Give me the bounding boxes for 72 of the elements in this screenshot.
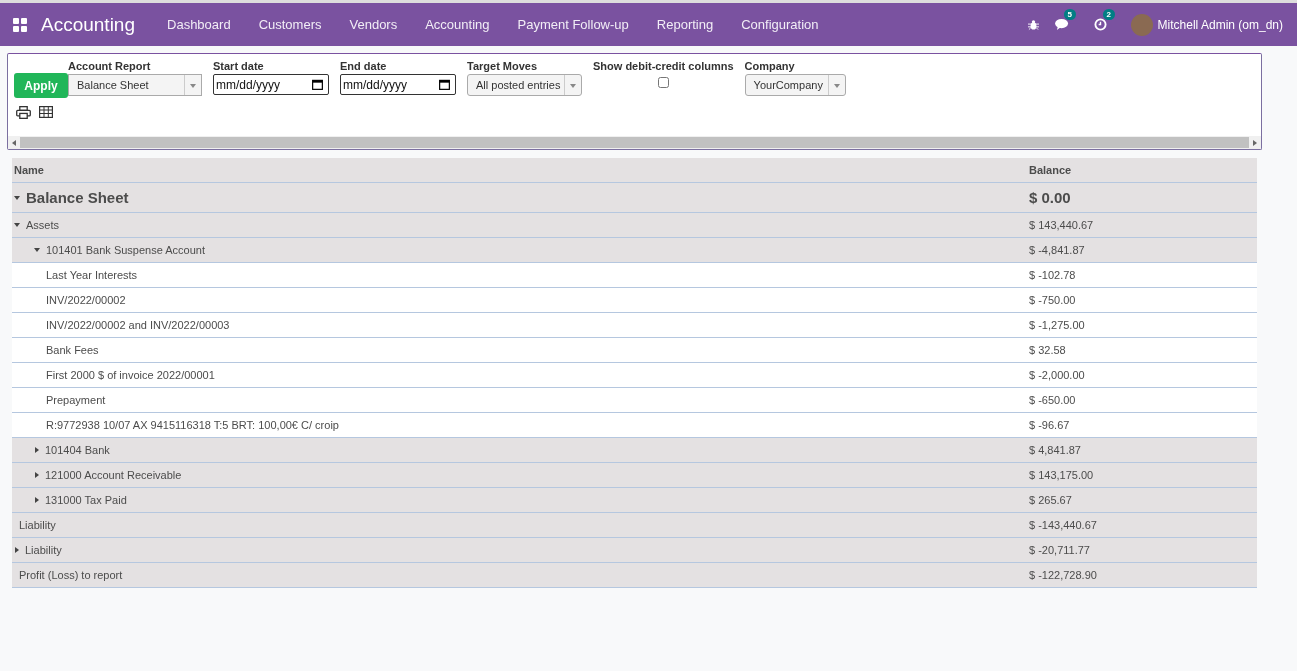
user-name[interactable]: Mitchell Admin (om_dn): [1157, 17, 1283, 32]
account-name: Profit (Loss) to report: [19, 569, 123, 581]
balance-value: $ -1,275.00: [1028, 319, 1086, 331]
account-name[interactable]: 101401 Bank Suspense Account: [46, 244, 205, 256]
account-name: Liability: [19, 519, 56, 531]
balance-value: $ 0.00: [1028, 189, 1072, 206]
menu-item[interactable]: Payment Follow-up: [503, 17, 643, 32]
calendar-icon[interactable]: [439, 79, 450, 90]
balance-value: $ -4,841.87: [1028, 244, 1086, 256]
debit-credit-checkbox[interactable]: [657, 77, 669, 88]
balance-value: $ -122,728.90: [1028, 569, 1098, 581]
account-name[interactable]: 121000 Account Receivable: [45, 469, 182, 481]
balance-value: $ 32.58: [1028, 344, 1067, 356]
caret-icon[interactable]: [35, 497, 39, 503]
account-name: R:9772938 10/07 AX 9415116318 T:5 BRT: 100,00€ C/ croip: [46, 419, 339, 431]
account-name: First 2000 $ of invoice 2022/00001: [46, 369, 215, 381]
field-label: Show debit-credit columns: [593, 60, 734, 72]
target-moves-select[interactable]: All posted entries: [467, 74, 582, 96]
account-name[interactable]: Liability: [25, 544, 62, 556]
caret-icon[interactable]: [35, 447, 39, 453]
balance-value: $ -20,711.77: [1028, 544, 1091, 556]
end-date-field[interactable]: mm/dd/yyyy: [340, 74, 456, 95]
caret-icon[interactable]: [14, 223, 20, 227]
chat-icon[interactable]: [1054, 18, 1070, 31]
menu-item[interactable]: Configuration: [727, 17, 833, 32]
balance-value: $ -650.00: [1028, 394, 1077, 406]
balance-value: $ -102.78: [1028, 269, 1077, 281]
field-label: Account Report: [68, 60, 152, 72]
apps-menu-icon[interactable]: [13, 17, 27, 32]
menu-item[interactable]: Customers: [244, 17, 336, 32]
account-name: INV/2022/00002: [46, 294, 126, 306]
account-name[interactable]: 101404 Bank: [45, 444, 110, 456]
account-report-select[interactable]: Balance Sheet: [68, 74, 202, 96]
start-date-field[interactable]: mm/dd/yyyy: [213, 74, 329, 95]
balance-value: $ -750.00: [1028, 294, 1077, 306]
caret-icon[interactable]: [14, 195, 20, 200]
bug-icon[interactable]: [1027, 18, 1039, 31]
menu-item[interactable]: Reporting: [642, 17, 728, 32]
message-count-badge: 5: [1063, 9, 1077, 20]
balance-value: $ 143,440.67: [1028, 219, 1095, 231]
caret-icon[interactable]: [15, 547, 19, 553]
balance-value: $ -96.67: [1028, 419, 1071, 431]
print-icon[interactable]: [16, 106, 31, 119]
account-name: Bank Fees: [46, 344, 99, 356]
menu-item[interactable]: Vendors: [335, 17, 412, 32]
field-label: Company: [744, 60, 796, 72]
company-select[interactable]: YourCompany: [744, 74, 846, 96]
balance-value: $ -143,440.67: [1028, 519, 1098, 531]
field-label: Target Moves: [467, 60, 539, 72]
app-title: Accounting: [41, 13, 135, 36]
field-label: End date: [340, 60, 388, 72]
caret-icon[interactable]: [34, 248, 40, 252]
account-name: INV/2022/00002 and INV/2022/00003: [46, 319, 230, 331]
activity-count-badge: 2: [1102, 9, 1116, 20]
menu-item[interactable]: Dashboard: [153, 17, 245, 32]
balance-value: $ 143,175.00: [1028, 469, 1095, 481]
clock-icon[interactable]: [1093, 18, 1107, 31]
account-name[interactable]: Assets: [26, 219, 59, 231]
column-header: Name: [13, 164, 45, 176]
account-name[interactable]: Balance Sheet: [26, 189, 129, 206]
balance-value: $ -2,000.00: [1028, 369, 1086, 381]
balance-value: $ 265.67: [1028, 494, 1073, 506]
menu-item[interactable]: Accounting: [411, 17, 504, 32]
caret-icon[interactable]: [35, 472, 39, 478]
table-icon[interactable]: [39, 106, 53, 118]
account-name: Last Year Interests: [46, 269, 138, 281]
account-name[interactable]: 131000 Tax Paid: [45, 494, 127, 506]
field-label: Start date: [213, 60, 265, 72]
calendar-icon[interactable]: [312, 79, 323, 90]
column-header: Balance: [1029, 164, 1073, 176]
balance-value: $ 4,841.87: [1028, 444, 1082, 456]
account-name: Prepayment: [46, 394, 106, 406]
